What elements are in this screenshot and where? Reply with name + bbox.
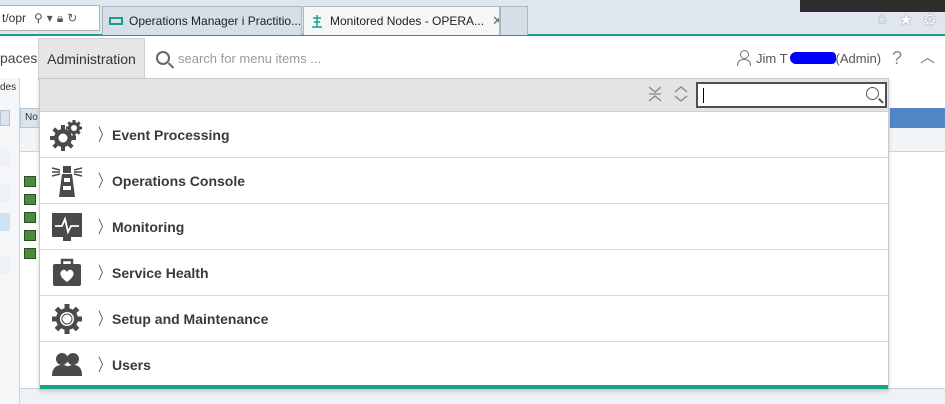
menu-filter-input[interactable] <box>696 82 887 108</box>
address-bar[interactable]: t/opr ⚲ ▾ 🔒︎ ↻ <box>0 5 100 31</box>
user-menu[interactable]: Jim T (Admin) <box>737 38 881 78</box>
menu-item-users[interactable]: 〉 Users <box>40 342 888 388</box>
refresh-icon[interactable]: ↻ <box>67 11 77 25</box>
menu-item-label: Operations Console <box>112 172 246 189</box>
node-monitor-icon[interactable] <box>24 194 36 205</box>
administration-menu: 〉 Event Processing 〉 Operations Console <box>39 78 889 390</box>
menu-item-label: Service Health <box>112 264 209 281</box>
left-nav-label: des <box>0 82 17 93</box>
menu-item-label: Users <box>112 356 151 373</box>
menu-item-service-health[interactable]: 〉 Service Health <box>40 250 888 296</box>
chevron-right-icon: 〉 <box>98 355 111 375</box>
chevron-right-icon: 〉 <box>98 263 111 283</box>
chevron-right-icon: 〉 <box>98 309 111 329</box>
search-icon <box>156 51 170 65</box>
user-role: (Admin) <box>835 50 882 66</box>
redaction-mark <box>789 52 836 64</box>
left-nav-panel: des <box>0 78 20 404</box>
gear-icon <box>44 296 90 342</box>
home-icon[interactable]: ⌂ <box>873 10 891 30</box>
address-url[interactable]: t/opr <box>2 11 30 25</box>
medical-case-icon <box>44 250 90 296</box>
lock-icon[interactable]: 🔒︎ <box>57 11 63 26</box>
nodes-footer <box>20 388 945 404</box>
nav-workspaces-partial[interactable]: paces <box>0 38 37 78</box>
menu-list: 〉 Event Processing 〉 Operations Console <box>40 112 888 388</box>
text-cursor <box>703 88 704 103</box>
menu-item-setup-and-maintenance[interactable]: 〉 Setup and Maintenance <box>40 296 888 342</box>
browser-tab-monitored-nodes[interactable]: Monitored Nodes - OPERA... ✕ <box>303 6 500 35</box>
tab-label: Monitored Nodes - OPERA... <box>330 14 485 28</box>
menu-item-monitoring[interactable]: 〉 Monitoring <box>40 204 888 250</box>
chevron-right-icon: 〉 <box>98 171 111 191</box>
collapse-all-icon[interactable] <box>648 86 662 102</box>
dropdown-arrow-icon[interactable]: ▾ <box>47 11 53 25</box>
node-monitor-icon[interactable] <box>24 230 36 241</box>
tab-favicon-icon <box>109 16 123 26</box>
browser-toolbar-icons: ⌂ ★ ⚙ <box>873 10 939 30</box>
tab-favicon-icon <box>310 14 324 28</box>
close-tab-icon[interactable]: ✕ <box>492 13 499 29</box>
chevron-right-icon: 〉 <box>98 125 111 145</box>
node-monitor-icon[interactable] <box>24 212 36 223</box>
node-monitor-icon[interactable] <box>24 248 36 259</box>
tab-label: Operations Manager i Practitio... <box>129 14 302 28</box>
left-nav-row[interactable] <box>0 256 10 274</box>
lighthouse-icon <box>44 158 90 204</box>
gears-icon <box>44 112 90 158</box>
left-nav-row[interactable] <box>0 184 10 202</box>
users-icon <box>44 342 90 388</box>
node-monitor-icon[interactable] <box>24 176 36 187</box>
collapse-header-icon[interactable]: ︿ <box>920 38 935 78</box>
nodes-table-title: No <box>25 112 38 123</box>
nav-administration[interactable]: Administration <box>38 38 145 80</box>
browser-chrome: t/opr ⚲ ▾ 🔒︎ ↻ Operations Manager i Prac… <box>0 0 945 36</box>
chevron-right-icon: 〉 <box>98 217 111 237</box>
help-button[interactable]: ? <box>892 38 902 78</box>
left-nav-row[interactable] <box>0 148 10 166</box>
user-name: Jim T <box>756 50 788 66</box>
left-nav-selected-row[interactable] <box>0 213 10 231</box>
menu-search[interactable]: search for menu items ... <box>156 38 321 78</box>
menu-item-label: Event Processing <box>112 126 230 143</box>
new-tab-button[interactable] <box>500 6 528 35</box>
gear-icon[interactable]: ⚙ <box>921 10 939 30</box>
menu-item-label: Setup and Maintenance <box>112 310 269 327</box>
app-header: paces Administration search for menu ite… <box>0 38 945 80</box>
menu-toolbar <box>40 79 888 112</box>
star-icon[interactable]: ★ <box>897 10 915 30</box>
menu-accent-bar <box>40 385 888 389</box>
heartbeat-monitor-icon <box>44 204 90 250</box>
search-icon[interactable]: ⚲ <box>34 11 43 25</box>
menu-item-label: Monitoring <box>112 218 185 235</box>
browser-tab-operations-manager[interactable]: Operations Manager i Practitio... <box>102 6 302 35</box>
search-icon[interactable] <box>866 87 879 100</box>
menu-item-event-processing[interactable]: 〉 Event Processing <box>40 112 888 158</box>
menu-item-operations-console[interactable]: 〉 Operations Console <box>40 158 888 204</box>
menu-search-input[interactable]: search for menu items ... <box>178 51 321 66</box>
left-nav-header <box>0 110 10 126</box>
user-icon <box>737 50 751 66</box>
panel-header-accent <box>890 108 945 128</box>
expand-all-icon[interactable] <box>674 86 688 102</box>
